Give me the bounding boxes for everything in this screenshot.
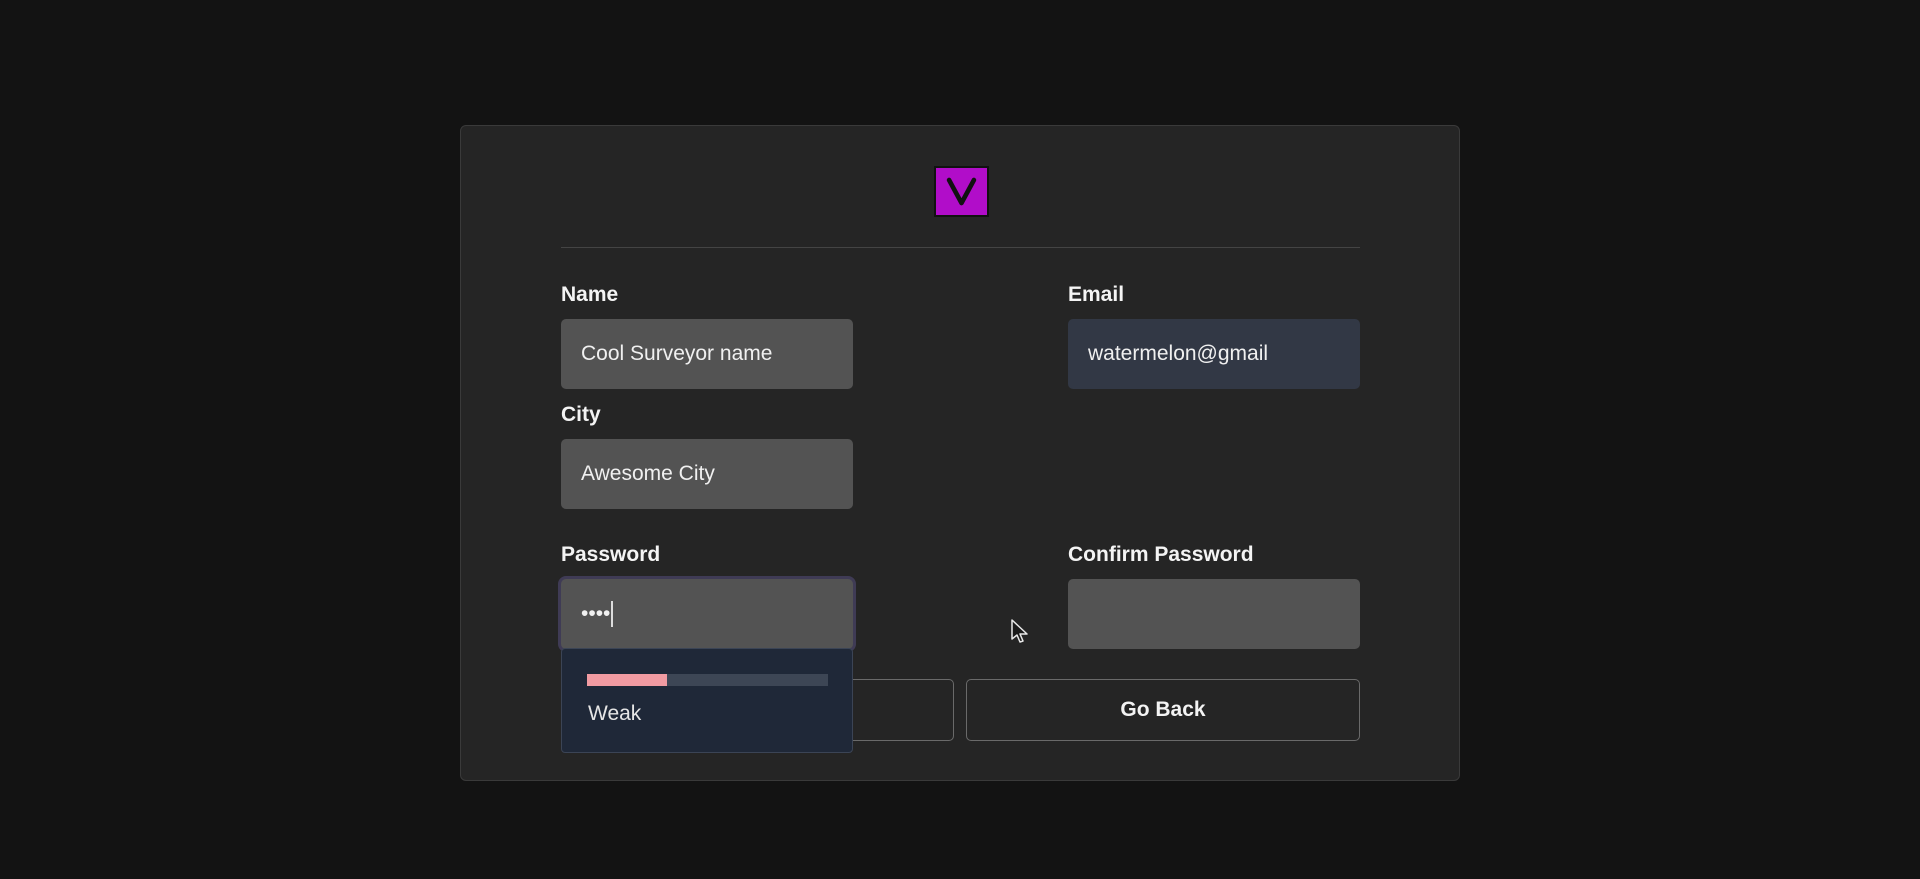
- name-input-value: Cool Surveyor name: [581, 342, 773, 365]
- v-logo-icon: [934, 166, 989, 217]
- confirm-password-label: Confirm Password: [1068, 543, 1254, 566]
- confirm-password-input[interactable]: [1068, 579, 1360, 649]
- name-input[interactable]: Cool Surveyor name: [561, 319, 853, 389]
- password-strength-label: Weak: [588, 702, 642, 725]
- password-strength-popup: Weak: [561, 648, 853, 753]
- city-input-value: Awesome City: [581, 462, 715, 485]
- email-input[interactable]: watermelon@gmail: [1068, 319, 1360, 389]
- header-divider: [561, 247, 1360, 248]
- email-label: Email: [1068, 283, 1125, 306]
- text-caret: [611, 601, 614, 627]
- password-input[interactable]: ••••: [561, 579, 853, 649]
- password-input-value: ••••: [581, 602, 611, 625]
- city-input[interactable]: Awesome City: [561, 439, 853, 509]
- mouse-pointer-icon: [1010, 618, 1030, 644]
- password-strength-meter: [587, 674, 828, 686]
- password-strength-meter-fill: [587, 674, 667, 686]
- password-label: Password: [561, 543, 661, 566]
- name-label: Name: [561, 283, 619, 306]
- go-back-button[interactable]: Go Back: [966, 679, 1360, 741]
- city-label: City: [561, 403, 601, 426]
- email-input-value: watermelon@gmail: [1088, 342, 1269, 365]
